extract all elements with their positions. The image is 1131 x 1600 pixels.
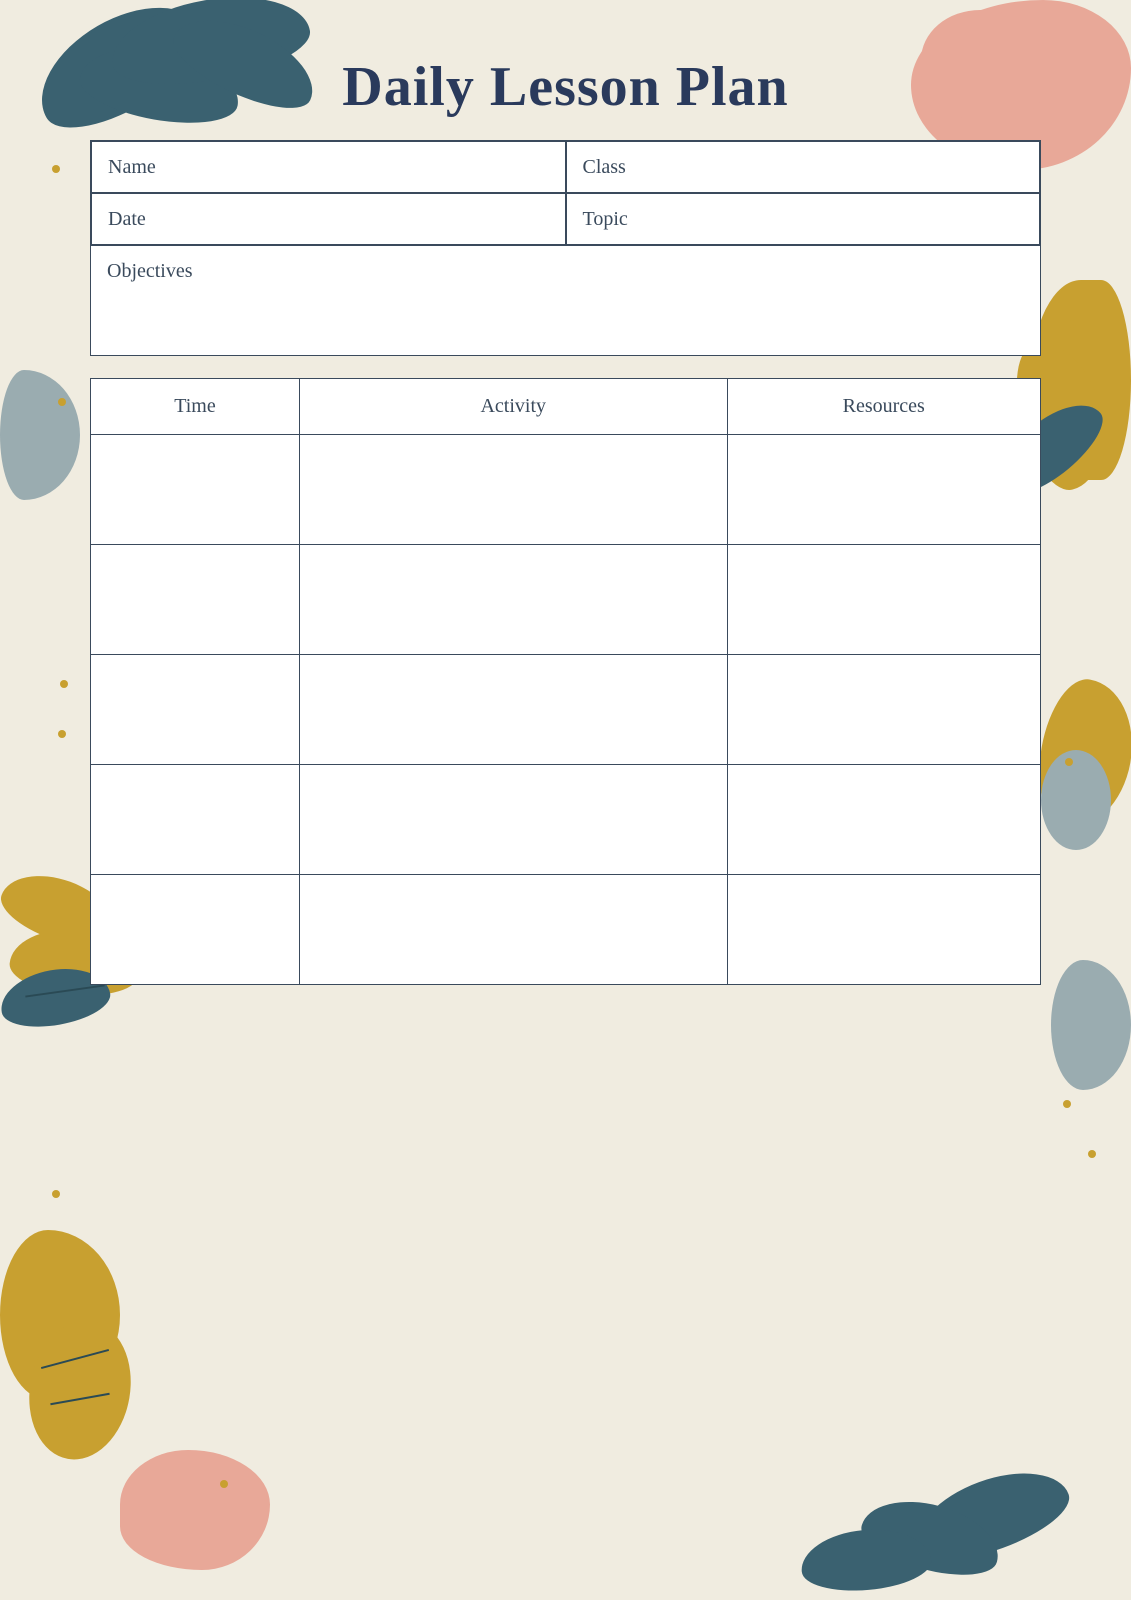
dot-decoration [1065, 758, 1073, 766]
resources-cell[interactable] [727, 545, 1041, 655]
resources-cell[interactable] [727, 435, 1041, 545]
time-cell[interactable] [91, 655, 300, 765]
resources-cell[interactable] [727, 655, 1041, 765]
resources-cell[interactable] [727, 875, 1041, 985]
activity-cell[interactable] [300, 875, 728, 985]
lesson-table: Time Activity Resources [90, 378, 1041, 985]
objectives-box[interactable]: Objectives [90, 246, 1041, 356]
class-field[interactable]: Class [566, 141, 1041, 193]
dot-decoration [1068, 320, 1076, 328]
page: Daily Lesson Plan Name Class Date Topic … [0, 0, 1131, 1600]
table-header-row: Time Activity Resources [91, 379, 1041, 435]
page-title: Daily Lesson Plan [0, 55, 1131, 119]
dot-decoration [60, 680, 68, 688]
dot-decoration [52, 165, 60, 173]
time-cell[interactable] [91, 435, 300, 545]
blob-decoration [1051, 960, 1131, 1090]
time-cell[interactable] [91, 545, 300, 655]
col-resources-header: Resources [727, 379, 1041, 435]
table-row[interactable] [91, 435, 1041, 545]
col-activity-header: Activity [300, 379, 728, 435]
dot-decoration [1088, 1150, 1096, 1158]
date-field[interactable]: Date [91, 193, 566, 245]
col-time-header: Time [91, 379, 300, 435]
dot-decoration [52, 1190, 60, 1198]
objectives-label: Objectives [107, 260, 193, 282]
dot-decoration [1063, 1100, 1071, 1108]
resources-cell[interactable] [727, 765, 1041, 875]
form-grid: Name Class Date Topic [90, 140, 1041, 246]
blob-decoration [0, 370, 80, 500]
date-label: Date [108, 208, 146, 231]
activity-cell[interactable] [300, 545, 728, 655]
activity-cell[interactable] [300, 435, 728, 545]
time-cell[interactable] [91, 765, 300, 875]
table-row[interactable] [91, 875, 1041, 985]
table-row[interactable] [91, 545, 1041, 655]
main-content: Name Class Date Topic Objectives Time Ac… [90, 140, 1041, 1350]
blob-decoration [1041, 750, 1111, 850]
dot-decoration [65, 1420, 73, 1428]
name-label: Name [108, 156, 156, 179]
activity-cell[interactable] [300, 765, 728, 875]
table-row[interactable] [91, 765, 1041, 875]
topic-label: Topic [583, 208, 628, 231]
class-label: Class [583, 156, 626, 179]
blob-decoration [120, 1450, 270, 1570]
dot-decoration [58, 730, 66, 738]
name-field[interactable]: Name [91, 141, 566, 193]
time-cell[interactable] [91, 875, 300, 985]
dot-decoration [220, 1480, 228, 1488]
topic-field[interactable]: Topic [566, 193, 1041, 245]
table-row[interactable] [91, 655, 1041, 765]
dot-decoration [58, 398, 66, 406]
activity-cell[interactable] [300, 655, 728, 765]
